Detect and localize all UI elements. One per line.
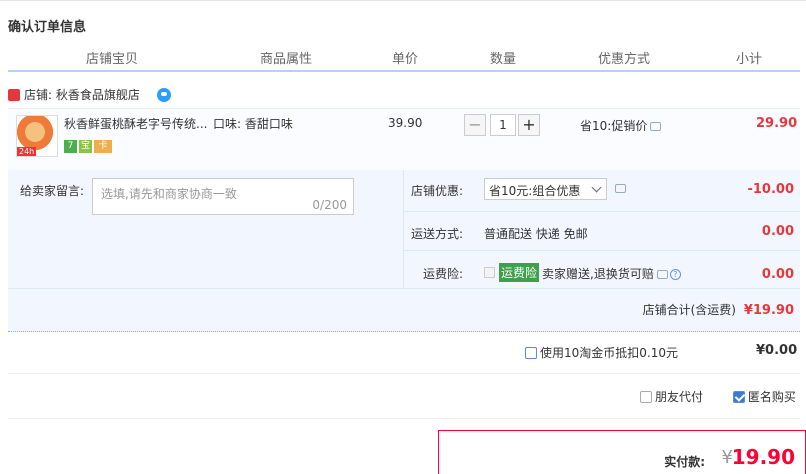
- product-name-link[interactable]: 秋香鲜蛋桃酥老字号传统...: [64, 115, 214, 132]
- anonymous-checkbox[interactable]: [732, 391, 745, 403]
- friend-pay-checkbox[interactable]: [640, 391, 652, 403]
- col-header-discount: 优惠方式: [598, 52, 651, 67]
- product-thumbnail[interactable]: 24h: [16, 115, 58, 157]
- col-header-qty: 数量: [490, 52, 517, 67]
- shipping-method: 普通配送 快递 免邮: [484, 227, 588, 241]
- qty-increase-button[interactable]: +: [518, 114, 540, 136]
- divider: [8, 418, 800, 419]
- chevron-down-icon: [591, 182, 602, 193]
- item-subtotal: 29.90: [756, 116, 798, 131]
- seller-message-input[interactable]: 选填,请先和商家协商一致 0/200: [92, 178, 354, 215]
- anonymous-label[interactable]: 匿名购买: [748, 390, 796, 404]
- total-payment-box: 实付款: ¥ 19.90: [438, 430, 806, 474]
- guarantee-icon[interactable]: 宝: [79, 140, 92, 153]
- payment-options-row: 朋友代付 匿名购买: [640, 388, 796, 405]
- col-header-item: 店铺宝贝: [86, 52, 139, 67]
- message-char-counter: 0/200: [312, 198, 347, 212]
- col-header-attr: 商品属性: [260, 52, 313, 67]
- message-placeholder: 选填,请先和商家协商一致: [101, 187, 237, 201]
- promo-method: 省10:促销价: [580, 117, 662, 134]
- wangwang-chat-icon[interactable]: [157, 88, 171, 102]
- panel-divider: [403, 170, 404, 288]
- friend-pay-label[interactable]: 朋友代付: [655, 390, 703, 404]
- coupon-amount: -10.00: [747, 182, 794, 197]
- message-label: 给卖家留言:: [20, 184, 85, 198]
- shipping-amount: 0.00: [761, 224, 794, 239]
- promo-chat-icon[interactable]: [650, 122, 662, 131]
- insurance-label: 运费险:: [423, 267, 464, 281]
- insurance-chat-icon[interactable]: [656, 270, 668, 279]
- col-header-price: 单价: [392, 52, 419, 67]
- insurance-amount: 0.00: [761, 267, 794, 282]
- qty-decrease-button[interactable]: −: [464, 114, 486, 136]
- header-divider: [8, 70, 800, 72]
- coin-amount: ¥0.00: [756, 343, 798, 358]
- col-header-subtotal: 小计: [736, 52, 763, 67]
- divider: [8, 373, 800, 374]
- thumb-tag: 24h: [17, 147, 37, 156]
- row-divider: [8, 288, 800, 289]
- shipping-label: 运送方式:: [411, 227, 464, 241]
- shop-total-amount: ¥19.90: [743, 303, 794, 318]
- coin-deduction-row: 使用10淘金币抵扣0.10元: [525, 344, 678, 361]
- qty-input[interactable]: 1: [490, 114, 516, 136]
- quantity-stepper: − 1 +: [464, 114, 540, 136]
- coin-checkbox[interactable]: [525, 347, 537, 359]
- shop-total: 店铺合计(含运费) ¥19.90: [643, 301, 794, 318]
- row-divider: [403, 211, 800, 212]
- coupon-selected: 省10元:组合优惠: [489, 184, 581, 198]
- row-divider: [403, 250, 800, 251]
- insurance-text: 卖家赠送,退换货可赔?: [542, 265, 681, 282]
- coupon-select[interactable]: 省10元:组合优惠: [484, 178, 607, 200]
- insurance-tag: 运费险: [499, 263, 540, 282]
- help-icon[interactable]: ?: [669, 269, 681, 280]
- product-attribute: 口味: 香甜口味: [213, 117, 293, 131]
- shop-total-label: 店铺合计(含运费): [642, 303, 736, 317]
- coupon-chat-icon[interactable]: [615, 184, 626, 193]
- seven-day-return-icon[interactable]: 7: [64, 140, 77, 153]
- promo-label: 省10:促销价: [580, 119, 648, 133]
- shop-name-link[interactable]: 店铺: 秋香食品旗舰店: [24, 86, 140, 103]
- total-amount: 19.90: [731, 445, 795, 469]
- page-title: 确认订单信息: [8, 20, 87, 35]
- card-payment-icon[interactable]: 卡: [94, 140, 112, 153]
- unit-price: 39.90: [388, 116, 423, 130]
- coin-label[interactable]: 使用10淘金币抵扣0.10元: [540, 346, 678, 360]
- shop-icon: [8, 89, 20, 101]
- insurance-checkbox[interactable]: [484, 267, 495, 278]
- top-divider: [0, 0, 806, 1]
- total-label: 实付款:: [664, 455, 705, 469]
- service-badges: 7宝卡: [64, 137, 114, 153]
- coupon-label: 店铺优惠:: [411, 184, 464, 198]
- insurance-desc: 卖家赠送,退换货可赔: [542, 267, 654, 281]
- order-details-panel: 给卖家留言: 选填,请先和商家协商一致 0/200 店铺优惠: 省10元:组合优…: [8, 170, 800, 332]
